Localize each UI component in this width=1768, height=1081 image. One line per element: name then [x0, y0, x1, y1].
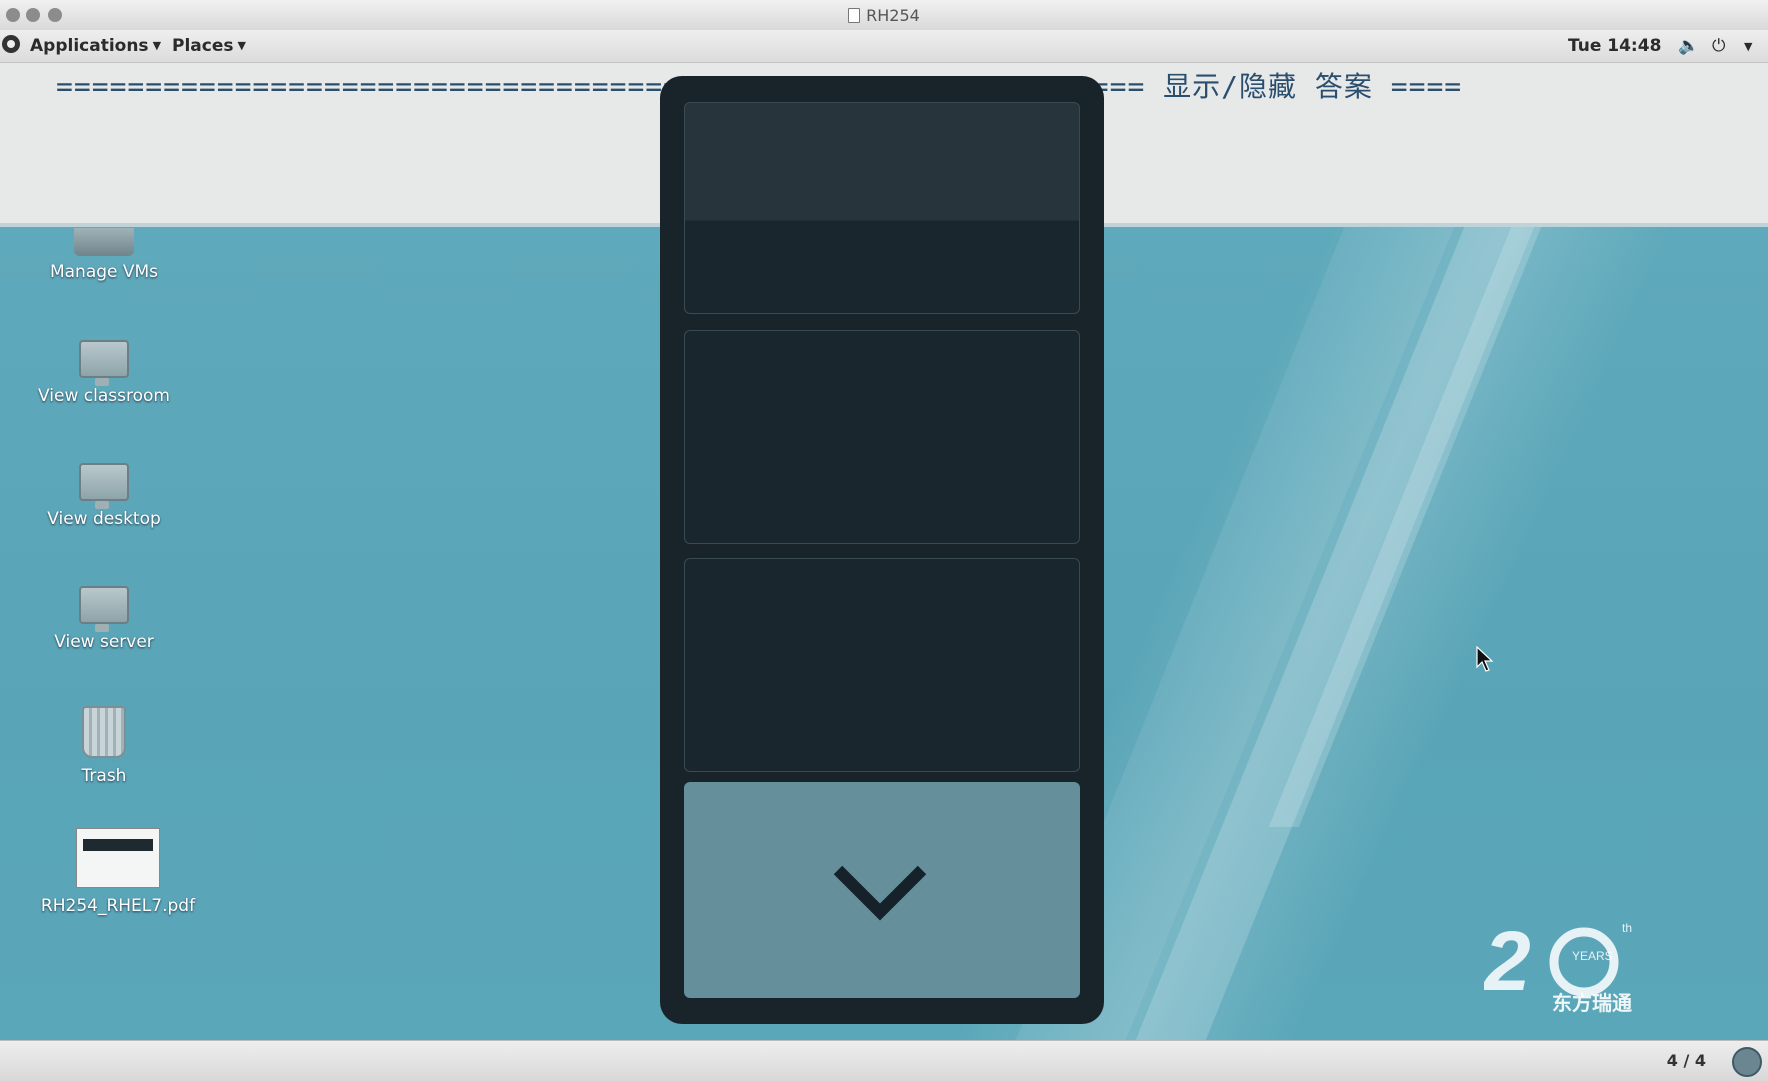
overlay-slot[interactable] — [684, 330, 1080, 544]
desktop-icon-view-desktop[interactable]: View desktop — [24, 463, 184, 529]
desktop-icon-view-server[interactable]: View server — [24, 586, 184, 652]
desktop-icon-manage-vms[interactable]: Manage VMs — [24, 228, 184, 282]
gnome-foot-icon — [2, 35, 20, 53]
bottom-panel: 4 / 4 — [0, 1040, 1768, 1081]
desktop-icon-view-classroom[interactable]: View classroom — [24, 340, 184, 406]
company-logo: 2 YEARS th 东方瑞通 — [1482, 914, 1654, 1018]
svg-text:YEARS: YEARS — [1572, 949, 1613, 963]
power-icon[interactable]: ⏻ — [1712, 36, 1725, 56]
window-titlebar: RH254 — [0, 0, 1768, 31]
overlay-panel — [660, 76, 1104, 1024]
overlay-slot[interactable] — [684, 102, 1080, 314]
desktop-icon-label: View desktop — [47, 509, 161, 529]
pdf-thumbnail — [76, 828, 160, 888]
chevron-down-icon: ▼ — [152, 39, 162, 52]
svg-text:2: 2 — [1484, 918, 1531, 1008]
clock[interactable]: Tue 14:48 — [1568, 36, 1661, 56]
chevron-down-icon: ▼ — [237, 39, 246, 52]
scroll-down-button[interactable] — [684, 782, 1080, 998]
trash-icon — [82, 706, 126, 758]
chevron-down-icon — [833, 865, 927, 921]
applications-menu[interactable]: Applications ▼ — [30, 36, 161, 56]
desktop-icon-pdf[interactable]: RH254_RHEL7.pdf — [20, 828, 216, 916]
monitor-icon — [79, 586, 129, 632]
workspace-indicator[interactable]: 4 / 4 — [1667, 1051, 1706, 1070]
overlay-slot[interactable] — [684, 558, 1080, 772]
vm-manager-icon — [74, 228, 134, 256]
places-menu[interactable]: Places ▼ — [172, 36, 246, 56]
svg-text:th: th — [1622, 921, 1632, 935]
monitor-icon — [79, 463, 129, 509]
desktop-icon-label: View classroom — [38, 386, 170, 406]
document-icon — [848, 8, 861, 23]
window-title: RH254 — [0, 6, 1768, 25]
desktop-icon-label: Manage VMs — [49, 262, 159, 282]
desktop-icon-label: RH254_RHEL7.pdf — [40, 896, 196, 916]
notification-icon[interactable] — [1732, 1047, 1762, 1077]
svg-text:东方瑞通: 东方瑞通 — [1552, 991, 1632, 1015]
top-panel: Applications ▼ Places ▼ Tue 14:48 🔈 ⏻ ▼ — [0, 30, 1768, 63]
desktop-icon-label: View server — [54, 632, 154, 652]
monitor-icon — [79, 340, 129, 386]
chevron-down-icon[interactable]: ▼ — [1744, 40, 1752, 53]
mouse-pointer-icon — [1476, 646, 1494, 672]
desktop-icon-label: Trash — [81, 766, 127, 786]
volume-icon[interactable]: 🔈 — [1678, 36, 1699, 56]
desktop-icon-trash[interactable]: Trash — [24, 706, 184, 786]
